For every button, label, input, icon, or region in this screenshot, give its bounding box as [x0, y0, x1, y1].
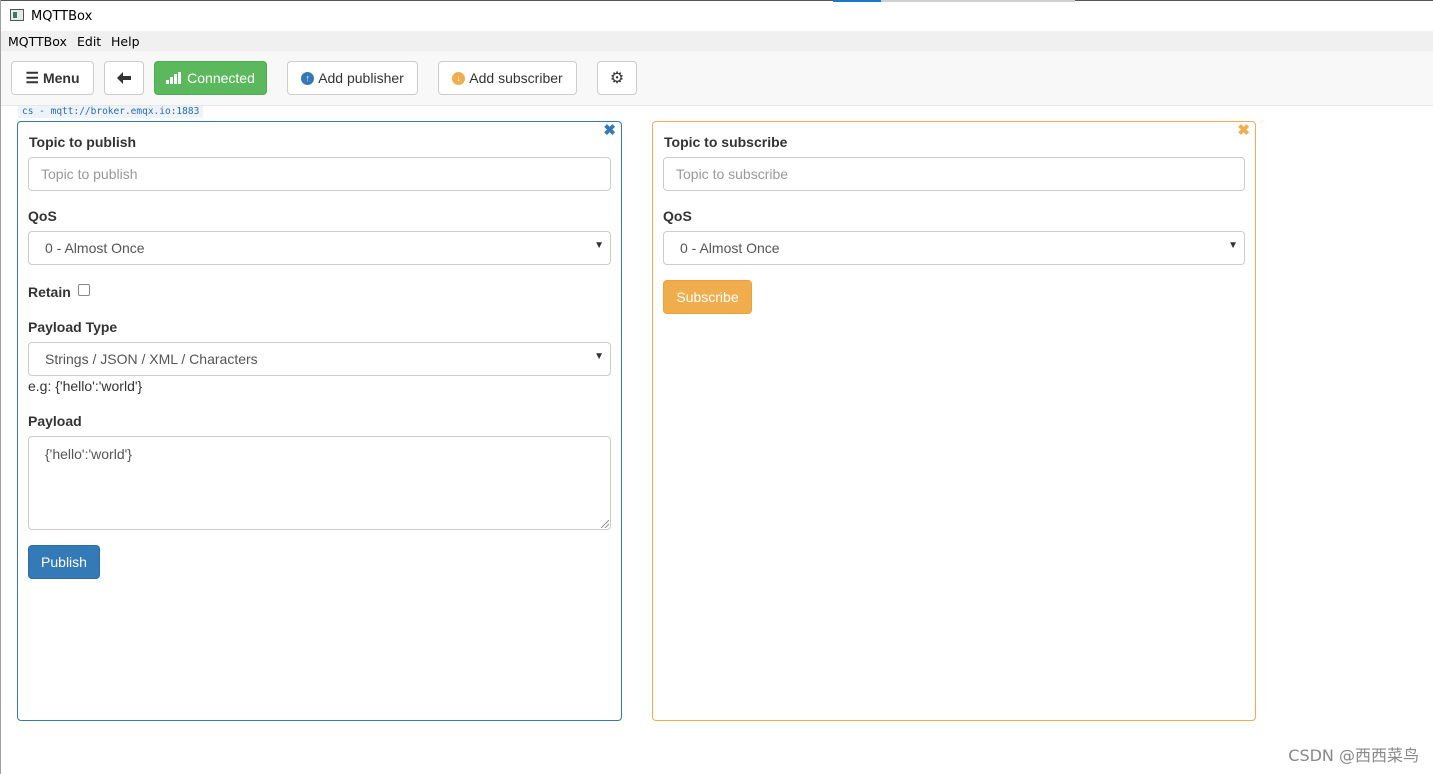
payload-example: e.g: {'hello':'world'}	[28, 378, 143, 394]
arrow-left-icon	[117, 72, 131, 84]
menu-help[interactable]: Help	[111, 34, 140, 49]
add-subscriber-button[interactable]: ↓ Add subscriber	[438, 61, 577, 95]
menu-edit[interactable]: Edit	[77, 34, 101, 49]
add-subscriber-label: Add subscriber	[469, 70, 563, 86]
menu-button-label: Menu	[42, 70, 80, 86]
publish-button[interactable]: Publish	[28, 545, 100, 579]
qos-select[interactable]: 0 - Almost Once ▼	[663, 231, 1245, 265]
menu-button[interactable]: ☰ Menu	[11, 61, 94, 95]
resize-grip-icon[interactable]	[601, 520, 609, 528]
close-icon[interactable]: ✖	[1237, 121, 1250, 139]
topic-publish-label: Topic to publish	[29, 134, 137, 150]
taskbar-accent-secondary	[881, 0, 1075, 2]
topic-subscribe-label: Topic to subscribe	[664, 134, 788, 150]
app-icon	[10, 9, 24, 21]
caret-down-icon: ▼	[594, 240, 604, 251]
payload-type-select[interactable]: Strings / JSON / XML / Characters ▼	[28, 342, 611, 376]
retain-label: Retain	[28, 284, 71, 300]
watermark: CSDN @西西菜鸟	[1288, 746, 1419, 765]
add-publisher-label: Add publisher	[318, 70, 404, 86]
subscribe-button[interactable]: Subscribe	[663, 280, 752, 314]
qos-value: 0 - Almost Once	[680, 240, 780, 256]
retain-checkbox[interactable]	[78, 284, 90, 296]
arrow-up-circle-icon: ↑	[301, 71, 315, 85]
settings-button[interactable]: ⚙	[597, 61, 637, 95]
topic-publish-input[interactable]: Topic to publish	[28, 157, 611, 191]
qos-select[interactable]: 0 - Almost Once ▼	[28, 231, 611, 265]
hamburger-icon: ☰	[25, 70, 39, 87]
back-button[interactable]	[104, 61, 144, 95]
taskbar-accent	[833, 0, 881, 2]
arrow-down-circle-icon: ↓	[452, 71, 466, 85]
payload-textarea[interactable]: {'hello':'world'}	[28, 436, 611, 530]
menu-mqttbox[interactable]: MQTTBox	[8, 34, 67, 49]
gear-icon: ⚙	[609, 70, 625, 87]
qos-value: 0 - Almost Once	[45, 240, 145, 256]
connected-button[interactable]: Connected	[154, 61, 267, 95]
publisher-panel: ✖ Topic to publish Topic to publish QoS …	[17, 121, 622, 721]
payload-value: {'hello':'world'}	[45, 446, 132, 462]
qos-label: QoS	[663, 208, 692, 224]
payload-type-value: Strings / JSON / XML / Characters	[45, 351, 258, 367]
menu-bar: MQTTBox Edit Help	[1, 31, 1433, 51]
connected-button-label: Connected	[187, 70, 255, 86]
payload-type-label: Payload Type	[28, 319, 118, 335]
caret-down-icon: ▼	[1228, 240, 1238, 251]
subscriber-panel: ✖ Topic to subscribe Topic to subscribe …	[652, 121, 1256, 721]
window-title: MQTTBox	[31, 9, 93, 24]
connection-label: cs - mqtt://broker.emqx.io:1883	[18, 106, 204, 118]
topic-subscribe-input[interactable]: Topic to subscribe	[663, 157, 1245, 191]
close-icon[interactable]: ✖	[603, 121, 616, 139]
title-bar: MQTTBox	[1, 0, 1433, 31]
toolbar: ☰ Menu Connected ↑ Add publisher ↓ Add s…	[1, 51, 1433, 106]
add-publisher-button[interactable]: ↑ Add publisher	[287, 61, 418, 95]
signal-icon	[166, 72, 182, 84]
qos-label: QoS	[28, 208, 57, 224]
payload-label: Payload	[28, 413, 82, 429]
caret-down-icon: ▼	[594, 351, 604, 362]
